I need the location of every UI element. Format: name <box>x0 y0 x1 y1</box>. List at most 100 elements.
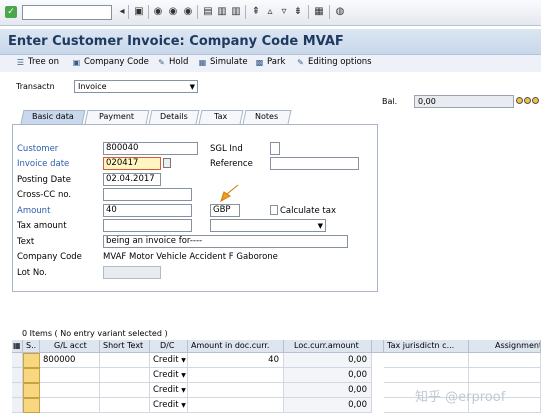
row-selector[interactable] <box>12 383 23 398</box>
enter-check-icon[interactable]: ✓ <box>5 6 17 18</box>
hold-button[interactable]: ✎ Hold <box>157 57 188 67</box>
lot-no-input <box>103 266 161 279</box>
tab-notes[interactable]: Notes <box>242 110 292 124</box>
dc-cell[interactable]: Credit ▼ <box>150 383 188 398</box>
currency-input[interactable]: GBP <box>210 204 240 217</box>
tax-amount-input[interactable] <box>103 219 192 232</box>
assignment-cell[interactable] <box>469 353 541 368</box>
col-dc[interactable]: D/C <box>150 340 188 353</box>
col-gl-acct[interactable]: G/L acct <box>40 340 100 353</box>
print-icon[interactable]: ▤ <box>202 6 214 18</box>
park-button[interactable]: ▩ Park <box>255 57 286 67</box>
gl-acct-cell[interactable] <box>40 383 100 398</box>
tab-tax[interactable]: Tax <box>198 110 244 124</box>
short-text-cell[interactable] <box>100 383 150 398</box>
short-text-cell[interactable] <box>100 398 150 413</box>
pencil-icon: ✎ <box>297 57 304 67</box>
col-status[interactable]: S.. <box>23 340 40 353</box>
chevron-down-icon: ▼ <box>181 387 186 394</box>
tax-jurisdiction-cell[interactable] <box>384 353 469 368</box>
loc-amount-cell: 0,00 <box>284 353 372 368</box>
sgl-ind-label: SGL Ind <box>210 144 243 154</box>
row-selector[interactable] <box>12 353 23 368</box>
amount-doc-cell[interactable] <box>188 368 284 383</box>
cancel-icon[interactable]: ◉ <box>182 6 194 18</box>
prev-page-icon[interactable]: ▵ <box>264 6 276 18</box>
dc-cell[interactable]: Credit ▼ <box>150 398 188 413</box>
gl-acct-cell[interactable] <box>40 368 100 383</box>
editing-options-button[interactable]: ✎ Editing options <box>296 57 372 67</box>
balance-label: Bal. <box>382 97 398 106</box>
simulate-icon: ▦ <box>198 57 207 67</box>
transaction-value: Invoice <box>78 82 107 91</box>
col-tax-jurisdiction[interactable]: Tax jurisdictn c... <box>384 340 469 353</box>
amount-input[interactable]: 40 <box>103 204 192 217</box>
tax-code-select[interactable]: ▼ <box>210 219 326 232</box>
company-code-button[interactable]: ▣ Company Code <box>72 57 149 67</box>
short-text-cell[interactable] <box>100 353 150 368</box>
col-short-text[interactable]: Short Text <box>100 340 150 353</box>
chevron-down-icon: ▼ <box>181 402 186 409</box>
tree-on-button[interactable]: ☰ Tree on <box>16 57 59 67</box>
amount-doc-cell[interactable] <box>188 383 284 398</box>
title-bar: Enter Customer Invoice: Company Code MVA… <box>0 29 541 55</box>
exit-icon[interactable]: ◉ <box>167 6 179 18</box>
invoice-date-input[interactable]: 020417 <box>103 157 161 170</box>
back-icon[interactable]: ◂ <box>116 6 128 18</box>
assignment-cell[interactable] <box>469 368 541 383</box>
amount-doc-cell[interactable]: 40 <box>188 353 284 368</box>
row-selector[interactable] <box>12 398 23 413</box>
toolbar-separator <box>308 5 309 19</box>
simulate-label: Simulate <box>210 57 248 67</box>
calendar-icon[interactable] <box>163 158 171 168</box>
find-next-icon[interactable]: ▥ <box>230 6 242 18</box>
row-selector[interactable] <box>12 368 23 383</box>
tab-basic-data[interactable]: Basic data <box>20 110 86 124</box>
sgl-ind-input[interactable] <box>270 142 280 155</box>
dc-cell[interactable]: Credit ▼ <box>150 368 188 383</box>
page-title: Enter Customer Invoice: Company Code MVA… <box>8 34 344 49</box>
find-icon[interactable]: ▥ <box>216 6 228 18</box>
col-assignment[interactable]: Assignment <box>469 340 541 353</box>
back-nav-icon[interactable]: ◉ <box>152 6 164 18</box>
first-page-icon[interactable]: ⇞ <box>250 6 262 18</box>
amount-doc-cell[interactable] <box>188 398 284 413</box>
chevron-down-icon: ▼ <box>317 222 323 230</box>
col-spacer <box>372 340 384 353</box>
text-input[interactable]: being an invoice for---- <box>103 235 348 248</box>
posting-date-input[interactable]: 02.04.2017 <box>103 173 161 186</box>
dc-cell[interactable]: Credit ▼ <box>150 353 188 368</box>
col-amount-doc[interactable]: Amount in doc.curr. <box>188 340 284 353</box>
calculate-tax-checkbox[interactable] <box>270 205 278 215</box>
last-page-icon[interactable]: ⇟ <box>292 6 304 18</box>
customer-input[interactable]: 800040 <box>103 142 198 155</box>
tab-payment[interactable]: Payment <box>84 110 150 124</box>
command-field[interactable] <box>22 5 112 20</box>
reference-input[interactable] <box>270 157 359 170</box>
layout-icon[interactable]: ▦ <box>313 6 325 18</box>
cross-cc-input[interactable] <box>103 188 192 201</box>
tab-details[interactable]: Details <box>148 110 200 124</box>
editing-options-label: Editing options <box>308 57 372 67</box>
tree-on-label: Tree on <box>28 57 59 67</box>
tab-label: Payment <box>99 112 135 121</box>
simulate-button[interactable]: ▦ Simulate <box>198 57 248 67</box>
dc-value: Credit <box>153 355 179 365</box>
col-loc-amount[interactable]: Loc.curr.amount <box>284 340 372 353</box>
gl-acct-cell[interactable]: 800000 <box>40 353 100 368</box>
next-page-icon[interactable]: ▿ <box>278 6 290 18</box>
help-icon[interactable]: ◍ <box>334 6 346 18</box>
chevron-down-icon: ▼ <box>181 372 186 379</box>
tax-amount-label: Tax amount <box>17 221 67 231</box>
tab-label: Notes <box>255 112 279 121</box>
short-text-cell[interactable] <box>100 368 150 383</box>
posting-date-label: Posting Date <box>17 175 71 185</box>
gl-acct-cell[interactable] <box>40 398 100 413</box>
chevron-down-icon: ▼ <box>181 357 186 364</box>
company-code-label: Company Code <box>17 252 82 262</box>
table-settings-icon[interactable]: ▦ <box>12 340 23 353</box>
tax-jurisdiction-cell[interactable] <box>384 368 469 383</box>
save-icon[interactable]: ▣ <box>133 6 145 18</box>
transaction-select[interactable]: Invoice ▼ <box>74 80 198 93</box>
dc-value: Credit <box>153 400 179 410</box>
